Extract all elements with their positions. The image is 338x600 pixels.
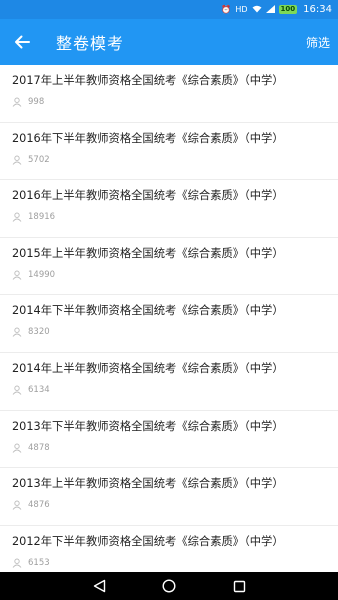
item-title: 2015年上半年教师资格全国统考《综合素质》（中学） xyxy=(12,246,284,260)
list-item[interactable]: 2015年上半年教师资格全国统考《综合素质》（中学） 14990 xyxy=(0,238,338,296)
person-icon xyxy=(12,558,22,568)
signal-icon xyxy=(265,4,275,15)
item-title: 2014年下半年教师资格全国统考《综合素质》（中学） xyxy=(12,304,284,318)
status-time: 16:34 xyxy=(303,4,332,15)
participant-count: 998 xyxy=(28,97,45,107)
item-title: 2017年上半年教师资格全国统考《综合素质》（中学） xyxy=(12,74,284,87)
participant-count: 4878 xyxy=(28,442,50,453)
item-title: 2014年上半年教师资格全国统考《综合素质》（中学） xyxy=(12,361,284,375)
triangle-back-icon xyxy=(93,579,105,593)
item-meta: 8320 xyxy=(12,327,326,337)
item-meta: 18916 xyxy=(12,212,326,222)
filter-button[interactable]: 筛选 xyxy=(306,34,330,51)
hd-icon: HD xyxy=(235,4,248,14)
item-title: 2016年上半年教师资格全国统考《综合素质》（中学） xyxy=(12,189,284,203)
item-meta: 998 xyxy=(12,97,326,107)
navigation-bar xyxy=(0,572,338,600)
list-item[interactable]: 2016年上半年教师资格全国统考《综合素质》（中学） 18916 xyxy=(0,180,338,238)
app-bar: 整卷模考 筛选 xyxy=(0,19,338,65)
list-item[interactable]: 2014年上半年教师资格全国统考《综合素质》（中学） 6134 xyxy=(0,353,338,411)
list-item[interactable]: 2014年下半年教师资格全国统考《综合素质》（中学） 8320 xyxy=(0,295,338,353)
person-icon xyxy=(12,155,22,165)
item-meta: 4878 xyxy=(12,443,326,453)
participant-count: 14990 xyxy=(28,269,56,280)
person-icon xyxy=(12,443,22,453)
list-item[interactable]: 2016年下半年教师资格全国统考《综合素质》（中学） 5702 xyxy=(0,123,338,181)
item-title: 2016年下半年教师资格全国统考《综合素质》（中学） xyxy=(12,131,284,145)
person-icon xyxy=(12,327,22,338)
person-icon xyxy=(12,500,22,510)
nav-home-button[interactable] xyxy=(161,578,177,594)
page-title: 整卷模考 xyxy=(56,34,125,53)
item-meta: 14990 xyxy=(12,270,326,280)
list-item[interactable]: 2012年下半年教师资格全国统考《综合素质》（中学） 6153 xyxy=(0,526,338,572)
arrow-left-icon xyxy=(15,35,30,49)
exam-list: 2017年上半年教师资格全国统考《综合素质》（中学） 998 2016年下半年教… xyxy=(0,65,338,572)
circle-home-icon xyxy=(162,579,176,593)
list-item[interactable]: 2013年下半年教师资格全国统考《综合素质》（中学） 4878 xyxy=(0,411,338,469)
participant-count: 8320 xyxy=(28,327,50,338)
battery-indicator: 100 xyxy=(278,5,298,14)
participant-count: 4876 xyxy=(28,500,50,511)
participant-count: 5702 xyxy=(28,154,50,165)
nav-back-button[interactable] xyxy=(91,578,107,594)
participant-count: 6134 xyxy=(28,384,50,395)
back-button[interactable] xyxy=(0,19,44,65)
participant-count: 6153 xyxy=(28,557,50,568)
person-icon xyxy=(12,212,22,222)
status-bar: ⏰ HD 100 16:34 xyxy=(0,0,338,19)
person-icon xyxy=(12,385,22,395)
alarm-icon: ⏰ xyxy=(221,4,232,14)
item-title: 2013年下半年教师资格全国统考《综合素质》（中学） xyxy=(12,419,284,433)
item-meta: 5702 xyxy=(12,155,326,165)
square-recents-icon xyxy=(233,580,245,592)
item-title: 2013年上半年教师资格全国统考《综合素质》（中学） xyxy=(12,477,284,491)
wifi-icon xyxy=(252,5,262,15)
item-meta: 6153 xyxy=(12,558,326,568)
list-item[interactable]: 2017年上半年教师资格全国统考《综合素质》（中学） 998 xyxy=(0,65,338,123)
item-meta: 4876 xyxy=(12,500,326,510)
participant-count: 18916 xyxy=(28,212,56,223)
item-meta: 6134 xyxy=(12,385,326,395)
list-item[interactable]: 2013年上半年教师资格全国统考《综合素质》（中学） 4876 xyxy=(0,468,338,526)
person-icon xyxy=(12,270,22,280)
person-icon xyxy=(12,97,22,107)
item-title: 2012年下半年教师资格全国统考《综合素质》（中学） xyxy=(12,534,284,548)
nav-recents-button[interactable] xyxy=(231,578,247,594)
